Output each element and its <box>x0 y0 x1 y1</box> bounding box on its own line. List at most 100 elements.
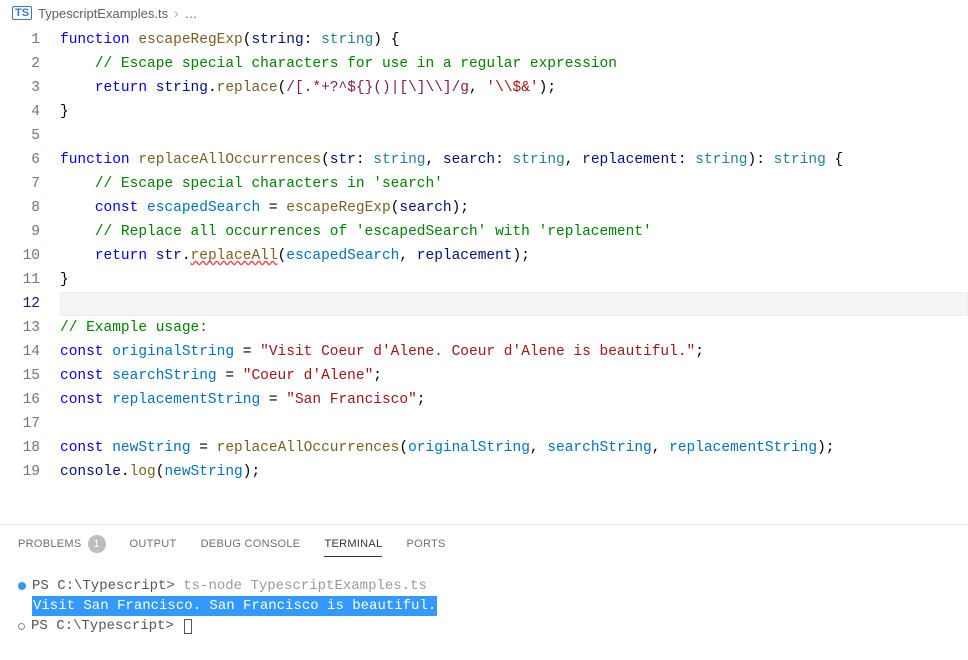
terminal-output[interactable]: PS C:\Typescript> ts-node TypescriptExam… <box>0 566 968 646</box>
tab-output[interactable]: OUTPUT <box>130 538 177 557</box>
token-punc: : <box>304 32 321 48</box>
token-keyword: const <box>60 368 112 384</box>
token-param: console <box>60 464 121 480</box>
tab-ports-label: PORTS <box>406 538 445 550</box>
code-line[interactable]: return str.replaceAll(escapedSearch, rep… <box>60 244 968 268</box>
line-number: 17 <box>0 412 40 436</box>
token-keyword: function <box>60 152 138 168</box>
code-line[interactable] <box>60 292 968 316</box>
token-keyword: function <box>60 32 138 48</box>
breadcrumb-trailing[interactable]: … <box>184 6 197 21</box>
token-default <box>60 176 95 192</box>
token-punc: , <box>652 440 669 456</box>
token-keyword: return <box>95 248 156 264</box>
token-func: escapeRegExp <box>286 200 390 216</box>
tab-output-label: OUTPUT <box>130 538 177 550</box>
line-number-gutter: 12345678910111213141516171819 <box>0 28 60 484</box>
code-line[interactable]: // Escape special characters in 'search' <box>60 172 968 196</box>
token-func: replaceAllOccurrences <box>217 440 400 456</box>
tab-problems[interactable]: PROBLEMS 1 <box>18 535 106 560</box>
tab-terminal[interactable]: TERMINAL <box>324 538 382 557</box>
token-keyword: const <box>60 392 112 408</box>
token-regex: /[.*+?^${}()|[\]\\]/g <box>286 80 469 96</box>
code-line[interactable]: const escapedSearch = escapeRegExp(searc… <box>60 196 968 220</box>
line-number: 2 <box>0 52 40 76</box>
code-line[interactable]: // Replace all occurrences of 'escapedSe… <box>60 220 968 244</box>
token-punc: = <box>191 440 217 456</box>
code-line[interactable]: // Escape special characters for use in … <box>60 52 968 76</box>
line-number: 10 <box>0 244 40 268</box>
code-line[interactable]: const originalString = "Visit Coeur d'Al… <box>60 340 968 364</box>
token-func: log <box>130 464 156 480</box>
token-var: searchString <box>547 440 651 456</box>
code-line[interactable]: // Example usage: <box>60 316 968 340</box>
code-editor[interactable]: 12345678910111213141516171819 function e… <box>0 26 968 484</box>
terminal-command: ts-node TypescriptExamples.ts <box>183 576 427 596</box>
token-punc: . <box>121 464 130 480</box>
code-area[interactable]: function escapeRegExp(string: string) { … <box>60 28 968 484</box>
token-punc: , <box>426 152 443 168</box>
token-var: originalString <box>408 440 530 456</box>
code-line[interactable]: const replacementString = "San Francisco… <box>60 388 968 412</box>
line-number: 7 <box>0 172 40 196</box>
terminal-line: PS C:\Typescript> ts-node TypescriptExam… <box>18 576 950 596</box>
token-punc: ( <box>321 152 330 168</box>
code-line[interactable] <box>60 124 968 148</box>
token-punc: = <box>234 344 260 360</box>
token-type: string <box>695 152 747 168</box>
tab-debug-console[interactable]: DEBUG CONSOLE <box>201 538 301 557</box>
line-number: 6 <box>0 148 40 172</box>
token-var: newString <box>164 464 242 480</box>
token-punc: . <box>182 248 191 264</box>
token-punc: : <box>678 152 695 168</box>
token-default <box>60 224 95 240</box>
token-string: "Visit Coeur d'Alene. Coeur d'Alene is b… <box>260 344 695 360</box>
token-param: string <box>156 80 208 96</box>
token-punc: = <box>217 368 243 384</box>
token-keyword: return <box>95 80 156 96</box>
line-number: 15 <box>0 364 40 388</box>
terminal-inactive-indicator <box>18 623 25 630</box>
token-keyword: const <box>60 344 112 360</box>
terminal-prompt: PS C:\Typescript> <box>32 576 183 596</box>
token-punc: { <box>826 152 843 168</box>
line-number: 5 <box>0 124 40 148</box>
terminal-cursor <box>184 619 192 634</box>
token-var: replacementString <box>112 392 260 408</box>
token-punc: ); <box>243 464 260 480</box>
code-line[interactable]: const newString = replaceAllOccurrences(… <box>60 436 968 460</box>
token-var: originalString <box>112 344 234 360</box>
code-line[interactable]: } <box>60 100 968 124</box>
tab-ports[interactable]: PORTS <box>406 538 445 557</box>
token-string: "San Francisco" <box>286 392 417 408</box>
terminal-line: PS C:\Typescript> <box>18 616 950 636</box>
token-param: str <box>156 248 182 264</box>
token-punc: ); <box>539 80 556 96</box>
token-comment: // Example usage: <box>60 320 208 336</box>
token-param: search <box>443 152 495 168</box>
breadcrumb[interactable]: TS TypescriptExamples.ts › … <box>0 0 968 26</box>
token-punc: ); <box>513 248 530 264</box>
code-line[interactable]: console.log(newString); <box>60 460 968 484</box>
token-type: string <box>373 152 425 168</box>
token-punc: = <box>260 392 286 408</box>
tab-problems-label: PROBLEMS <box>18 538 82 550</box>
token-punc: ; <box>695 344 704 360</box>
code-line[interactable] <box>60 412 968 436</box>
code-line[interactable]: return string.replace(/[.*+?^${}()|[\]\\… <box>60 76 968 100</box>
code-line[interactable]: function escapeRegExp(string: string) { <box>60 28 968 52</box>
breadcrumb-filename[interactable]: TypescriptExamples.ts <box>38 6 168 21</box>
token-var: escapedSearch <box>147 200 260 216</box>
token-punc: ) { <box>373 32 399 48</box>
token-punc: , <box>399 248 416 264</box>
token-punc: : <box>356 152 373 168</box>
token-func: escapeRegExp <box>138 32 242 48</box>
code-line[interactable]: const searchString = "Coeur d'Alene"; <box>60 364 968 388</box>
token-param: search <box>399 200 451 216</box>
code-line[interactable]: } <box>60 268 968 292</box>
line-number: 1 <box>0 28 40 52</box>
line-number: 19 <box>0 460 40 484</box>
code-line[interactable]: function replaceAllOccurrences(str: stri… <box>60 148 968 172</box>
token-punc: ); <box>452 200 469 216</box>
tab-debug-label: DEBUG CONSOLE <box>201 538 301 550</box>
